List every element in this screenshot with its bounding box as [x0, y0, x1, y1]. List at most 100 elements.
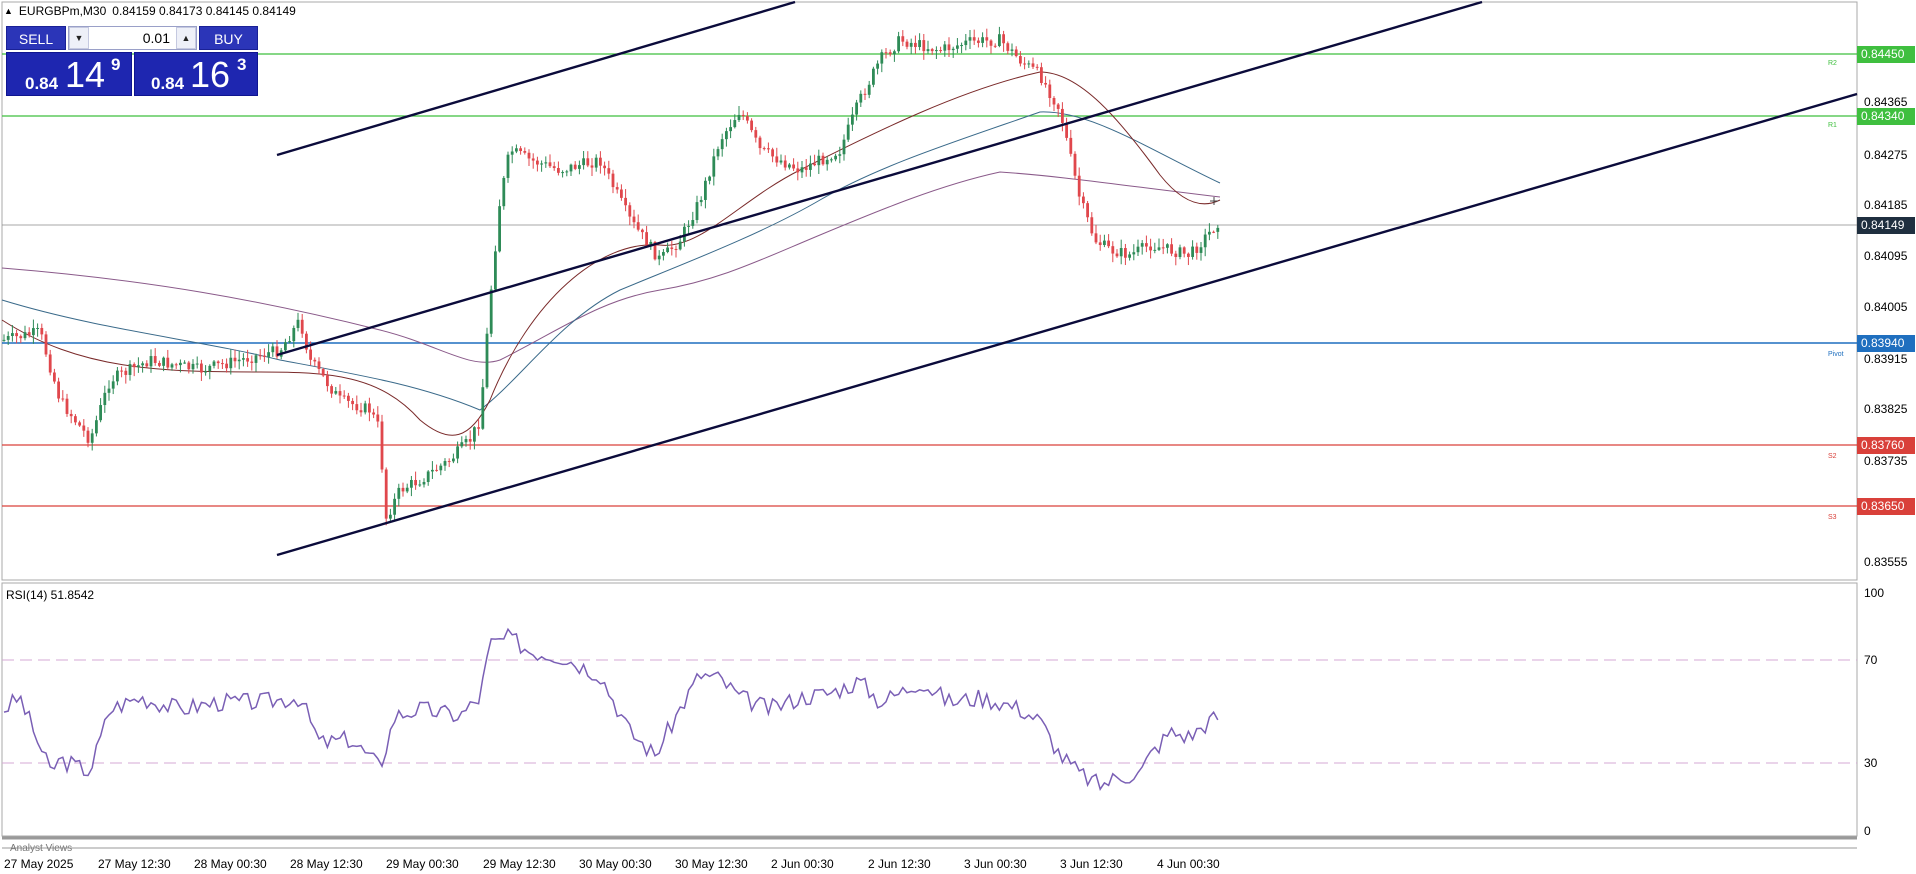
chevron-up-icon[interactable]: ▲	[176, 27, 196, 49]
sell-quote[interactable]: 0.84 14 9	[6, 52, 132, 96]
candle-body	[284, 342, 287, 351]
candle-body	[32, 328, 35, 336]
candle-body	[1052, 98, 1056, 105]
buy-button[interactable]: BUY	[199, 26, 258, 50]
candle-body	[695, 202, 699, 221]
candlestick-series[interactable]	[2, 26, 1220, 526]
candle-body	[666, 247, 669, 253]
candle-body	[1031, 63, 1035, 67]
candle-body	[548, 162, 552, 167]
candle-body	[1035, 66, 1039, 68]
candle-body	[754, 130, 758, 138]
candle-body	[876, 63, 879, 69]
sell-button[interactable]: SELL	[6, 26, 66, 50]
candle-body	[531, 158, 535, 161]
candle-body	[825, 159, 829, 165]
time-axis-label: 27 May 2025	[4, 857, 74, 871]
candle-body	[376, 414, 380, 422]
candle-body	[1086, 203, 1089, 218]
candle-body	[489, 289, 493, 334]
rsi-line[interactable]	[3, 627, 1219, 791]
candle-body	[510, 151, 514, 155]
candle-body	[1212, 231, 1215, 233]
channel-upper-line[interactable]	[276, 0, 796, 157]
price-axis-label: 0.84005	[1864, 300, 1908, 314]
candle-body	[989, 40, 993, 46]
chart-canvas[interactable]	[0, 0, 1916, 874]
candle-body	[15, 333, 18, 337]
candle-body	[347, 395, 350, 401]
channel-middle-line[interactable]	[276, 0, 1483, 357]
candle-body	[1073, 153, 1077, 176]
candle-body	[788, 164, 791, 168]
candle-body	[384, 469, 388, 519]
candle-body	[1136, 246, 1140, 253]
candle-body	[632, 216, 636, 223]
candle-body	[44, 334, 48, 355]
candle-body	[158, 362, 161, 366]
candle-body	[846, 124, 850, 140]
candle-body	[909, 42, 913, 47]
candle-body	[1019, 56, 1022, 64]
candle-body	[153, 356, 157, 363]
candle-body	[804, 167, 808, 170]
candle-body	[397, 487, 401, 499]
candle-body	[972, 37, 976, 41]
candle-body	[1199, 247, 1203, 253]
candle-body	[767, 148, 770, 150]
candle-body	[943, 44, 947, 51]
candle-body	[485, 333, 489, 388]
current-price-tag: 0.84149	[1857, 217, 1915, 234]
candle-body	[540, 163, 543, 165]
candle-body	[237, 359, 241, 362]
candle-body	[208, 365, 212, 372]
candle-body	[758, 137, 762, 149]
candle-body	[687, 225, 690, 227]
candle-body	[607, 168, 611, 174]
ohlc-values: 0.84159 0.84173 0.84145 0.84149	[112, 4, 296, 18]
sell-quote-pip: 9	[111, 55, 121, 74]
channel-lower-line[interactable]	[276, 92, 1858, 557]
symbol-header: ▲ EURGBPm,M30 0.84159 0.84173 0.84145 0.…	[4, 4, 296, 18]
candle-body	[1195, 246, 1199, 253]
candle-body	[746, 116, 749, 121]
candle-body	[494, 251, 497, 290]
candle-body	[330, 386, 333, 394]
candle-body	[431, 469, 434, 472]
candle-body	[552, 166, 556, 169]
one-click-trading-panel: SELL ▼ 0.01 ▲ BUY 0.84 14 9 0.84 16 3	[6, 26, 258, 96]
candle-body	[725, 131, 728, 140]
candle-body	[1103, 240, 1106, 246]
buy-quote[interactable]: 0.84 16 3	[134, 52, 258, 96]
price-axis-label: 0.84185	[1864, 198, 1908, 212]
candle-body	[536, 160, 539, 165]
candle-body	[704, 180, 707, 200]
candle-body	[800, 167, 804, 173]
candle-body	[309, 349, 312, 360]
candle-body	[271, 346, 275, 353]
candle-body	[1140, 243, 1144, 247]
candle-body	[863, 93, 867, 95]
candle-body	[141, 363, 144, 366]
candle-body	[1111, 246, 1115, 254]
candle-body	[771, 149, 774, 157]
buy-quote-main: 16	[190, 54, 231, 95]
candle-body	[1014, 49, 1018, 57]
price-axis-label: 0.83555	[1864, 555, 1908, 569]
candle-body	[1153, 249, 1157, 251]
lot-size-input[interactable]: 0.01	[89, 30, 176, 46]
lot-size-stepper[interactable]: ▼ 0.01 ▲	[68, 26, 197, 50]
candle-body	[225, 363, 228, 369]
chart-window[interactable]: ▲ EURGBPm,M30 0.84159 0.84173 0.84145 0.…	[0, 0, 1916, 874]
candle-body	[1006, 43, 1010, 51]
chevron-down-icon[interactable]: ▼	[69, 27, 89, 49]
candle-body	[212, 361, 216, 366]
candle-body	[53, 372, 56, 382]
candle-body	[103, 392, 107, 406]
collapse-triangle-icon[interactable]: ▲	[4, 6, 13, 16]
candle-body	[111, 381, 115, 389]
price-axis-label: 0.84365	[1864, 95, 1908, 109]
candle-body	[1157, 247, 1161, 250]
candle-body	[897, 36, 900, 52]
candle-body	[813, 163, 816, 166]
